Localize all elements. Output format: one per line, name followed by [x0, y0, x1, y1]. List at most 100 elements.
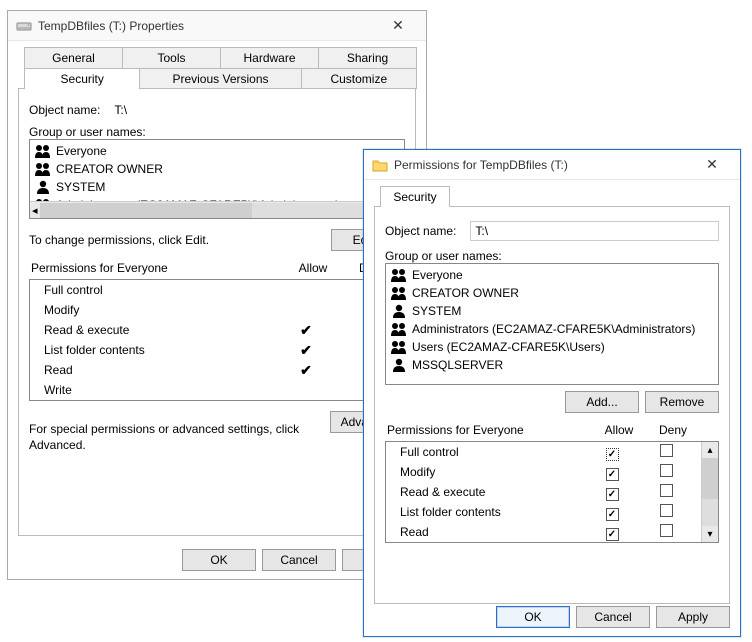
scroll-thumb[interactable] — [40, 203, 253, 218]
object-name-field: T:\ — [470, 221, 719, 241]
list-item[interactable]: CREATOR OWNER — [386, 284, 718, 302]
list-item-label: SYSTEM — [412, 304, 461, 318]
list-item[interactable]: Everyone — [30, 142, 404, 160]
tab-hardware[interactable]: Hardware — [220, 47, 319, 68]
apply-button[interactable]: Apply — [656, 606, 730, 628]
perm-header-label: Permissions for Everyone — [387, 423, 592, 437]
list-item[interactable]: MSSQLSERVER — [386, 356, 718, 374]
tabs-row: Security — [380, 186, 730, 207]
list-item-label: Everyone — [412, 268, 463, 282]
add-button[interactable]: Add... — [565, 391, 639, 413]
deny-checkbox[interactable] — [639, 464, 693, 480]
deny-checkbox[interactable] — [639, 524, 693, 540]
scroll-up-icon[interactable]: ▴ — [702, 442, 718, 458]
people-icon — [390, 358, 408, 372]
permission-name: Write — [38, 383, 276, 397]
scroll-track[interactable] — [702, 458, 718, 526]
permission-row: Read & execute ✔ — [30, 320, 404, 340]
list-item[interactable]: Administrators (EC2AMAZ-CFARE5K\Administ… — [386, 320, 718, 338]
dialog-footer: OK Cancel Apply — [18, 549, 416, 571]
list-item-label: MSSQLSERVER — [412, 358, 503, 372]
people-icon — [34, 144, 52, 158]
object-name-value: T:\ — [114, 103, 127, 117]
permission-name: List folder contents — [38, 343, 276, 357]
list-item-label: Administrators (EC2AMAZ-CFARE5K\Administ… — [412, 322, 695, 336]
permission-name: Read & execute — [38, 323, 276, 337]
vertical-scrollbar[interactable]: ▴ ▾ — [701, 442, 718, 542]
list-item[interactable]: CREATOR OWNER — [30, 160, 404, 178]
tab-security[interactable]: Security — [380, 186, 450, 207]
tab-sharing[interactable]: Sharing — [318, 47, 417, 68]
allow-checkbox[interactable]: ✓ — [585, 444, 639, 461]
permission-row: Read ✔ — [30, 360, 404, 380]
people-icon — [390, 304, 408, 318]
deny-checkbox[interactable] — [639, 504, 693, 520]
people-icon — [34, 162, 52, 176]
ok-button[interactable]: OK — [182, 549, 256, 571]
permission-row: List folder contents ✔ — [30, 340, 404, 360]
cancel-button[interactable]: Cancel — [262, 549, 336, 571]
list-item[interactable]: SYSTEM — [386, 302, 718, 320]
tab-tools[interactable]: Tools — [122, 47, 221, 68]
scroll-left-icon[interactable]: ◂ — [32, 204, 38, 217]
permission-row: Modify ✓ — [386, 462, 701, 482]
scroll-down-icon[interactable]: ▾ — [702, 526, 718, 542]
permission-row: Write — [30, 380, 404, 400]
permission-name: Full control — [394, 445, 585, 459]
tabs-row-1: General Tools Hardware Sharing — [24, 47, 416, 68]
allow-mark: ✔ — [276, 322, 336, 339]
permission-name: Read — [38, 363, 276, 377]
tab-general[interactable]: General — [24, 47, 123, 68]
tab-security[interactable]: Security — [24, 68, 140, 89]
object-name-label: Object name: — [385, 224, 456, 238]
list-item-label: Users (EC2AMAZ-CFARE5K\Users) — [412, 340, 605, 354]
people-icon — [390, 340, 408, 354]
permission-row: Full control ✓ — [386, 442, 701, 462]
drive-icon — [16, 18, 32, 34]
special-permissions-text: For special permissions or advanced sett… — [29, 421, 322, 453]
permission-name: List folder contents — [394, 505, 585, 519]
list-item-label: SYSTEM — [56, 180, 105, 194]
permissions-box: Full control Modify Read & execute ✔ Lis… — [29, 279, 405, 401]
group-listbox[interactable]: Everyone CREATOR OWNER SYSTEM Administrator… — [385, 263, 719, 385]
allow-checkbox[interactable]: ✓ — [585, 464, 639, 481]
allow-mark: ✔ — [276, 362, 336, 379]
scroll-thumb[interactable] — [702, 458, 718, 499]
tab-previous-versions[interactable]: Previous Versions — [139, 68, 301, 89]
list-item-label: Everyone — [56, 144, 107, 158]
change-permissions-text: To change permissions, click Edit. — [29, 233, 331, 247]
titlebar[interactable]: TempDBfiles (T:) Properties ✕ — [8, 11, 426, 41]
permission-name: Read — [394, 525, 585, 539]
dialog-footer: OK Cancel Apply — [374, 606, 730, 628]
scroll-track[interactable] — [40, 203, 395, 218]
list-item[interactable]: Everyone — [386, 266, 718, 284]
permission-row: Read ✓ — [386, 522, 701, 542]
remove-button[interactable]: Remove — [645, 391, 719, 413]
deny-checkbox[interactable] — [639, 484, 693, 500]
permission-name: Read & execute — [394, 485, 585, 499]
allow-header: Allow — [592, 423, 646, 437]
deny-checkbox[interactable] — [639, 444, 693, 460]
group-listbox[interactable]: EveryoneCREATOR OWNERSYSTEMAdministrator… — [29, 139, 405, 219]
close-button[interactable]: ✕ — [692, 151, 732, 179]
tab-panel: Object name: T:\ Group or user names: Ev… — [374, 206, 730, 604]
permission-row: Read & execute ✓ — [386, 482, 701, 502]
allow-checkbox[interactable]: ✓ — [585, 484, 639, 501]
horizontal-scrollbar[interactable]: ◂ ▸ — [30, 201, 404, 218]
allow-checkbox[interactable]: ✓ — [585, 524, 639, 541]
permission-name: Modify — [38, 303, 276, 317]
cancel-button[interactable]: Cancel — [576, 606, 650, 628]
tabs-row-2: Security Previous Versions Customize — [24, 68, 416, 89]
titlebar[interactable]: Permissions for TempDBfiles (T:) ✕ — [364, 150, 740, 180]
people-icon — [390, 286, 408, 300]
ok-button[interactable]: OK — [496, 606, 570, 628]
permission-name: Modify — [394, 465, 585, 479]
allow-checkbox[interactable]: ✓ — [585, 504, 639, 521]
permission-name: Full control — [38, 283, 276, 297]
close-button[interactable]: ✕ — [378, 12, 418, 40]
tab-customize[interactable]: Customize — [301, 68, 417, 89]
list-item[interactable]: Users (EC2AMAZ-CFARE5K\Users) — [386, 338, 718, 356]
tab-panel: Object name: T:\ Group or user names: Ev… — [18, 88, 416, 536]
permission-row: List folder contents ✓ — [386, 502, 701, 522]
list-item[interactable]: SYSTEM — [30, 178, 404, 196]
